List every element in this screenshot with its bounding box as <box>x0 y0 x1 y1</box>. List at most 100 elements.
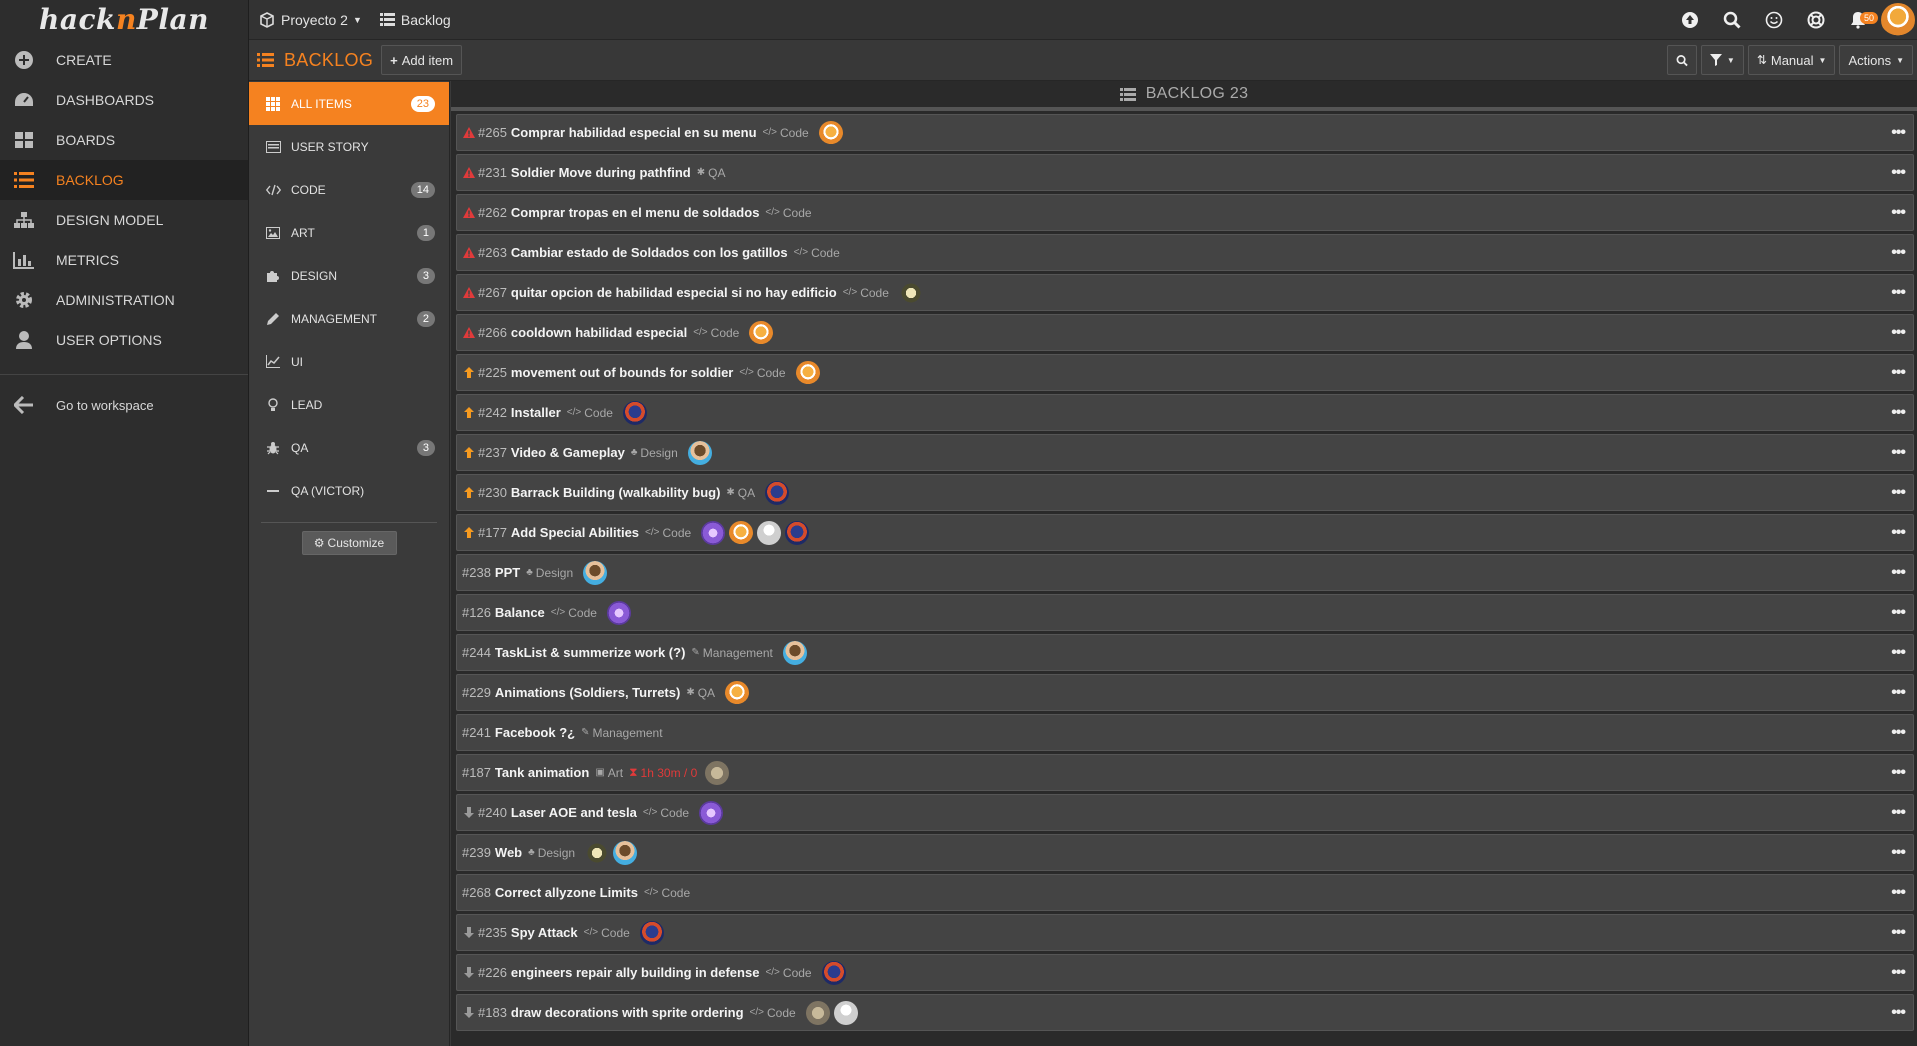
smiley-icon[interactable] <box>1753 0 1795 40</box>
search-icon[interactable] <box>1711 0 1753 40</box>
assignee-avatar[interactable] <box>898 280 923 305</box>
more-options-icon[interactable]: ••• <box>1891 724 1906 742</box>
search-button[interactable] <box>1666 45 1697 75</box>
item-title[interactable]: TaskList & summerize work (?) <box>495 645 685 660</box>
item-title[interactable]: Balance <box>495 605 545 620</box>
backlog-item-row[interactable]: #126 Balance </> Code ••• <box>456 594 1914 631</box>
backlog-item-row[interactable]: #177 Add Special Abilities </> Code ••• <box>456 514 1914 551</box>
item-title[interactable]: Web <box>495 845 522 860</box>
assignee-avatar[interactable] <box>622 400 647 425</box>
assignee-avatar[interactable] <box>699 800 724 825</box>
sidebar-item-dashboards[interactable]: DASHBOARDS <box>0 80 248 120</box>
sidebar-item-design-model[interactable]: DESIGN MODEL <box>0 200 248 240</box>
assignee-avatar[interactable] <box>583 560 608 585</box>
item-title[interactable]: Tank animation <box>495 765 589 780</box>
item-title[interactable]: movement out of bounds for soldier <box>511 365 733 380</box>
assignee-avatar[interactable] <box>833 1000 858 1025</box>
backlog-item-row[interactable]: #268 Correct allyzone Limits </> Code ••• <box>456 874 1914 911</box>
backlog-item-row[interactable]: #187 Tank animation ▣ Art ⧗ 1h 30m / 0 ••• <box>456 754 1914 791</box>
help-lifebuoy-icon[interactable] <box>1795 0 1837 40</box>
assignee-avatar[interactable] <box>805 1000 830 1025</box>
item-title[interactable]: engineers repair ally building in defens… <box>511 965 760 980</box>
category-item-ui[interactable]: UI <box>249 340 449 383</box>
item-title[interactable]: Comprar tropas en el menu de soldados <box>511 205 760 220</box>
assignee-avatar[interactable] <box>729 520 754 545</box>
assignee-avatar[interactable] <box>757 520 782 545</box>
backlog-item-row[interactable]: #262 Comprar tropas en el menu de soldado… <box>456 194 1914 231</box>
backlog-item-row[interactable]: #242 Installer </> Code ••• <box>456 394 1914 431</box>
item-title[interactable]: Video & Gameplay <box>511 445 625 460</box>
more-options-icon[interactable]: ••• <box>1891 524 1906 542</box>
more-options-icon[interactable]: ••• <box>1891 204 1906 222</box>
item-title[interactable]: quitar opcion de habilidad especial si n… <box>511 285 837 300</box>
app-logo[interactable]: hack n Plan <box>0 0 248 38</box>
item-title[interactable]: PPT <box>495 565 520 580</box>
assignee-avatar[interactable] <box>795 360 820 385</box>
more-options-icon[interactable]: ••• <box>1891 124 1906 142</box>
backlog-item-row[interactable]: #237 Video & Gameplay ♣ Design ••• <box>456 434 1914 471</box>
item-title[interactable]: Soldier Move during pathfind <box>511 165 691 180</box>
assignee-avatar[interactable] <box>606 600 631 625</box>
sort-dropdown[interactable]: ⇅ Manual ▼ <box>1747 45 1836 75</box>
assignee-avatar[interactable] <box>818 120 843 145</box>
item-title[interactable]: Facebook ?¿ <box>495 725 575 740</box>
category-item-management[interactable]: MANAGEMENT 2 <box>249 297 449 340</box>
assignee-avatar[interactable] <box>705 760 730 785</box>
category-item-qa[interactable]: QA 3 <box>249 426 449 469</box>
more-options-icon[interactable]: ••• <box>1891 564 1906 582</box>
go-to-workspace-link[interactable]: Go to workspace <box>0 385 248 425</box>
backlog-item-row[interactable]: #229 Animations (Soldiers, Turrets) ✱ QA ••• <box>456 674 1914 711</box>
category-item-design[interactable]: DESIGN 3 <box>249 254 449 297</box>
item-title[interactable]: Animations (Soldiers, Turrets) <box>495 685 680 700</box>
assignee-avatar[interactable] <box>782 640 807 665</box>
more-options-icon[interactable]: ••• <box>1891 964 1906 982</box>
backlog-item-row[interactable]: #241 Facebook ?¿ ✎ Management ••• <box>456 714 1914 751</box>
more-options-icon[interactable]: ••• <box>1891 804 1906 822</box>
backlog-item-row[interactable]: #225 movement out of bounds for soldier </… <box>456 354 1914 391</box>
more-options-icon[interactable]: ••• <box>1891 644 1906 662</box>
upload-icon[interactable] <box>1669 0 1711 40</box>
assignee-avatar[interactable] <box>613 840 638 865</box>
backlog-item-row[interactable]: #183 draw decorations with sprite orderin… <box>456 994 1914 1031</box>
backlog-item-row[interactable]: #240 Laser AOE and tesla </> Code ••• <box>456 794 1914 831</box>
category-item-user-story[interactable]: USER STORY <box>249 125 449 168</box>
more-options-icon[interactable]: ••• <box>1891 164 1906 182</box>
assignee-avatar[interactable] <box>785 520 810 545</box>
more-options-icon[interactable]: ••• <box>1891 324 1906 342</box>
assignee-avatar[interactable] <box>585 840 610 865</box>
assignee-avatar[interactable] <box>687 440 712 465</box>
item-title[interactable]: cooldown habilidad especial <box>511 325 687 340</box>
more-options-icon[interactable]: ••• <box>1891 684 1906 702</box>
more-options-icon[interactable]: ••• <box>1891 924 1906 942</box>
sidebar-item-administration[interactable]: ADMINISTRATION <box>0 280 248 320</box>
more-options-icon[interactable]: ••• <box>1891 764 1906 782</box>
item-title[interactable]: Barrack Building (walkability bug) <box>511 485 720 500</box>
sidebar-item-metrics[interactable]: METRICS <box>0 240 248 280</box>
assignee-avatar[interactable] <box>749 320 774 345</box>
assignee-avatar[interactable] <box>701 520 726 545</box>
backlog-item-row[interactable]: #263 Cambiar estado de Soldados con los g… <box>456 234 1914 271</box>
item-title[interactable]: Correct allyzone Limits <box>495 885 638 900</box>
sidebar-item-create[interactable]: CREATE <box>0 40 248 80</box>
item-title[interactable]: draw decorations with sprite ordering <box>511 1005 744 1020</box>
actions-dropdown[interactable]: Actions ▼ <box>1839 45 1913 75</box>
category-item-code[interactable]: CODE 14 <box>249 168 449 211</box>
category-item-all-items[interactable]: ALL ITEMS 23 <box>249 82 449 125</box>
category-item-art[interactable]: ART 1 <box>249 211 449 254</box>
customize-button[interactable]: ⚙ Customize <box>301 531 397 555</box>
backlog-item-row[interactable]: #239 Web ♣ Design ••• <box>456 834 1914 871</box>
user-avatar[interactable] <box>1881 2 1915 37</box>
assignee-avatar[interactable] <box>639 920 664 945</box>
breadcrumb-backlog[interactable]: Backlog <box>379 12 451 28</box>
item-title[interactable]: Add Special Abilities <box>511 525 639 540</box>
more-options-icon[interactable]: ••• <box>1891 404 1906 422</box>
backlog-item-row[interactable]: #235 Spy Attack </> Code ••• <box>456 914 1914 951</box>
backlog-item-row[interactable]: #266 cooldown habilidad especial </> Code ••… <box>456 314 1914 351</box>
backlog-item-row[interactable]: #226 engineers repair ally building in de… <box>456 954 1914 991</box>
more-options-icon[interactable]: ••• <box>1891 844 1906 862</box>
project-selector[interactable]: Proyecto 2 ▼ <box>259 12 362 28</box>
category-item-lead[interactable]: LEAD <box>249 383 449 426</box>
item-title[interactable]: Cambiar estado de Soldados con los gatil… <box>511 245 788 260</box>
backlog-item-row[interactable]: #267 quitar opcion de habilidad especial … <box>456 274 1914 311</box>
more-options-icon[interactable]: ••• <box>1891 444 1906 462</box>
